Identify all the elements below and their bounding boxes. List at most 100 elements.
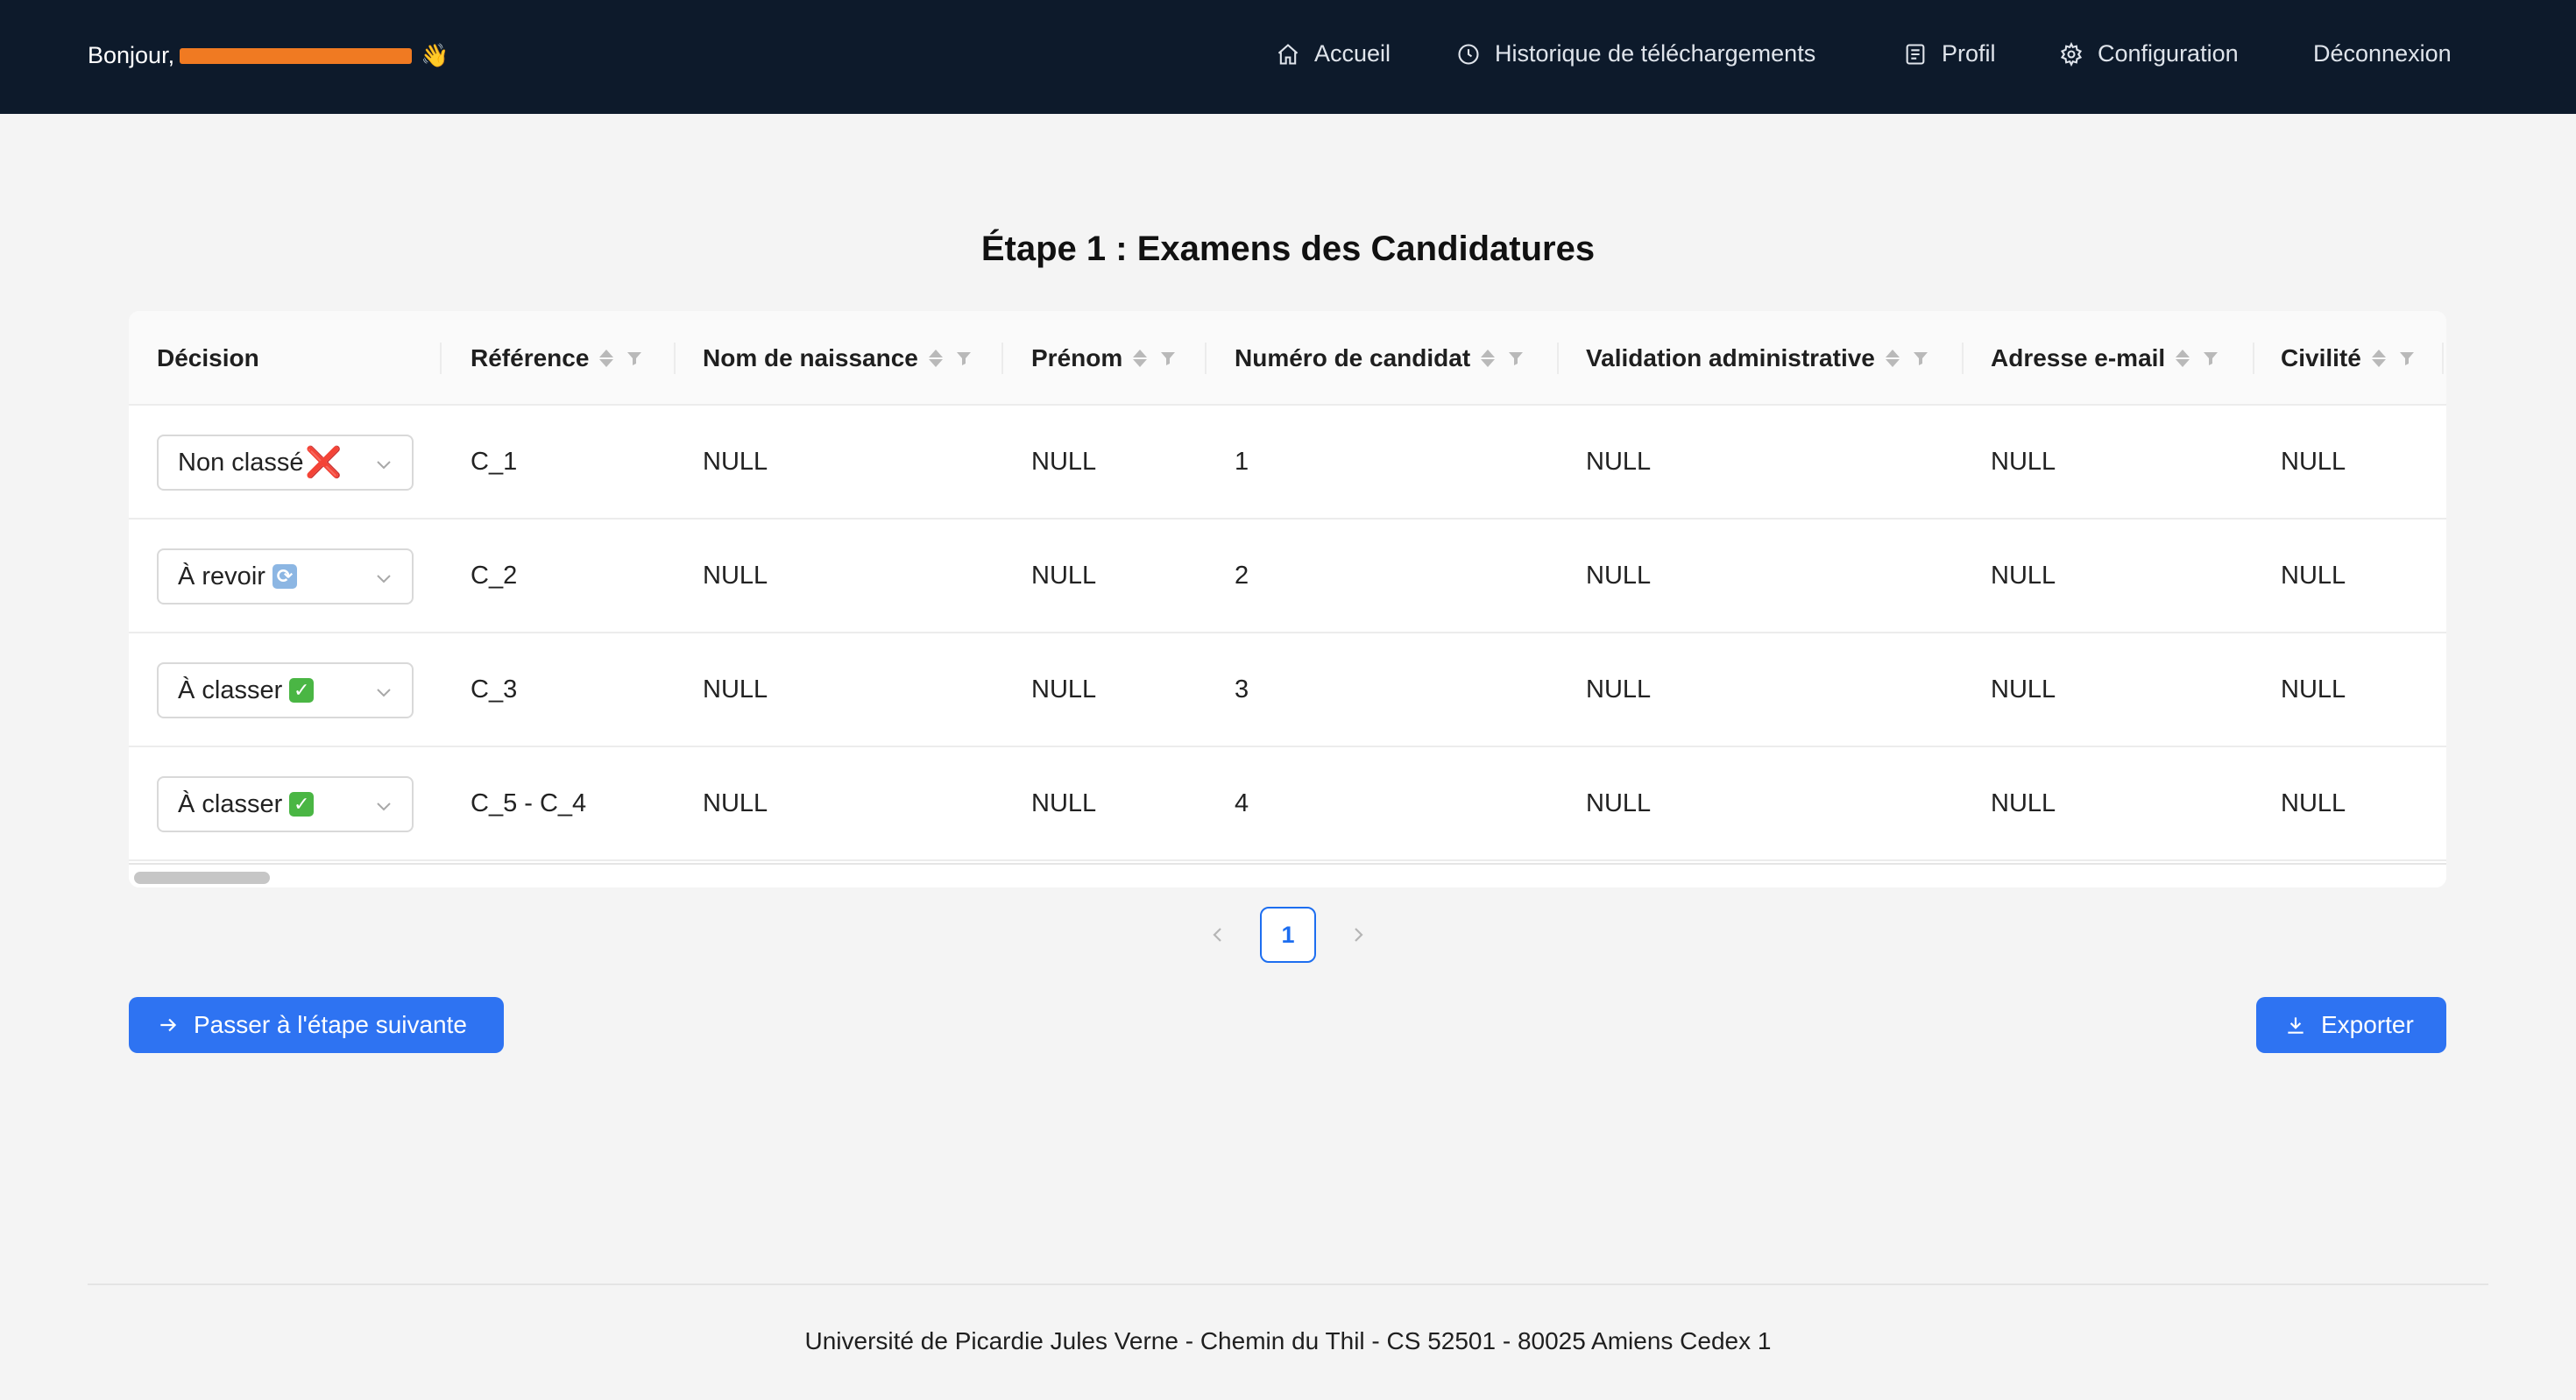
filter-icon[interactable] <box>1159 350 1177 367</box>
sort-icon[interactable] <box>1481 350 1496 367</box>
horizontal-scrollbar[interactable] <box>129 863 2446 887</box>
home-icon <box>1277 43 1299 65</box>
nav-profil-label: Profil <box>1942 40 1996 67</box>
column-divider <box>1962 343 1964 374</box>
column-header-numero[interactable]: Numéro de candidat <box>1235 311 1525 406</box>
export-button[interactable]: Exporter <box>2256 997 2446 1053</box>
nav-deconnexion-label: Déconnexion <box>2313 40 2452 67</box>
footer-address: Université de Picardie Jules Verne - Che… <box>804 1327 1772 1354</box>
nav-profil[interactable]: Profil <box>1903 40 1996 67</box>
next-step-button[interactable]: Passer à l'étape suivante <box>129 997 504 1053</box>
chevron-left-icon[interactable] <box>1204 921 1232 949</box>
sort-icon[interactable] <box>2371 350 2386 367</box>
sort-icon[interactable] <box>2176 350 2190 367</box>
cell-nom: NULL <box>703 561 768 590</box>
export-label: Exporter <box>2321 1011 2414 1038</box>
sort-icon[interactable] <box>928 350 943 367</box>
column-header-nom[interactable]: Nom de naissance <box>703 311 973 406</box>
chevron-right-icon[interactable] <box>1344 921 1372 949</box>
filter-icon[interactable] <box>2202 350 2219 367</box>
cell-email: NULL <box>1991 788 2056 817</box>
filter-icon[interactable] <box>2398 350 2416 367</box>
cell-email: NULL <box>1991 675 2056 704</box>
cell-numero: 3 <box>1235 675 1249 704</box>
column-label: Civilité <box>2281 344 2361 371</box>
cell-email: NULL <box>1991 447 2056 476</box>
nav-historique[interactable]: Historique de téléchargements <box>1456 40 1815 67</box>
download-icon <box>2288 1017 2304 1034</box>
cell-civilite: NULL <box>2281 788 2346 817</box>
redacted-username <box>180 47 413 64</box>
filter-icon[interactable] <box>1912 350 1929 367</box>
cell-reference: C_2 <box>471 561 518 590</box>
decision-select[interactable]: À classer ✓ <box>157 776 414 832</box>
cell-numero: 1 <box>1235 447 1249 476</box>
decision-value: Non classé <box>178 448 304 477</box>
column-header-prenom[interactable]: Prénom <box>1031 311 1177 406</box>
cell-prenom: NULL <box>1031 788 1097 817</box>
cell-nom: NULL <box>703 447 768 476</box>
candidates-table: Décision Référence Nom de naissance Prén… <box>129 311 2446 887</box>
column-divider <box>1205 343 1207 374</box>
cell-reference: C_1 <box>471 447 518 476</box>
scrollbar-thumb[interactable] <box>134 872 270 884</box>
table-row: À classer ✓ C_3 NULL NULL 3 NULL NULL NU… <box>129 633 2446 747</box>
decision-select[interactable]: À classer ✓ <box>157 662 414 718</box>
nav-configuration-label: Configuration <box>2098 40 2239 67</box>
chevron-down-icon <box>377 575 391 583</box>
nav-accueil-label: Accueil <box>1314 40 1391 67</box>
column-label: Référence <box>471 344 590 371</box>
sort-icon[interactable] <box>599 350 614 367</box>
page-title: Étape 1 : Examens des Candidatures <box>980 230 1596 268</box>
cell-reference: C_3 <box>471 675 518 704</box>
nav-historique-label: Historique de téléchargements <box>1495 40 1816 67</box>
decision-select[interactable]: Non classé ❌ <box>157 435 414 491</box>
nav-accueil[interactable]: Accueil <box>1276 40 1391 67</box>
decision-value: À revoir <box>178 562 265 590</box>
table-row: À revoir ⟳ C_2 NULL NULL 2 NULL NULL NUL… <box>129 520 2446 633</box>
gear-icon <box>2060 41 2083 67</box>
decision-value: À classer <box>178 675 283 704</box>
cell-numero: 4 <box>1235 788 1249 817</box>
cell-validation: NULL <box>1586 447 1652 476</box>
cell-prenom: NULL <box>1031 561 1097 590</box>
decision-value: À classer <box>178 789 283 818</box>
column-divider <box>1557 343 1559 374</box>
cell-nom: NULL <box>703 788 768 817</box>
cell-civilite: NULL <box>2281 447 2346 476</box>
cell-civilite: NULL <box>2281 675 2346 704</box>
sort-icon[interactable] <box>1885 350 1900 367</box>
cell-email: NULL <box>1991 561 2056 590</box>
cell-reference: C_5 - C_4 <box>471 788 587 817</box>
column-label: Numéro de candidat <box>1235 344 1471 371</box>
column-header-reference[interactable]: Référence <box>471 311 643 406</box>
cell-validation: NULL <box>1586 561 1652 590</box>
greeting-text: Bonjour, <box>88 42 175 68</box>
next-step-label: Passer à l'étape suivante <box>194 1011 467 1038</box>
column-divider <box>674 343 676 374</box>
arrow-right-icon <box>160 1018 177 1032</box>
table-row: Non classé ❌ C_1 NULL NULL 1 NULL NULL N… <box>129 406 2446 520</box>
column-header-decision: Décision <box>157 311 259 406</box>
greeting: Bonjour, 👋 <box>88 42 449 69</box>
filter-icon[interactable] <box>1507 350 1525 367</box>
cell-civilite: NULL <box>2281 561 2346 590</box>
page-button-current[interactable]: 1 <box>1260 907 1316 963</box>
sort-icon[interactable] <box>1133 350 1148 367</box>
table-header: Décision Référence Nom de naissance Prén… <box>129 311 2446 406</box>
column-header-civilite[interactable]: Civilité <box>2281 311 2416 406</box>
cell-numero: 2 <box>1235 561 1249 590</box>
cross-icon: ❌ <box>305 446 343 479</box>
decision-select[interactable]: À revoir ⟳ <box>157 548 414 605</box>
column-divider <box>2253 343 2254 374</box>
column-header-email[interactable]: Adresse e-mail <box>1991 311 2219 406</box>
chevron-down-icon <box>377 461 391 470</box>
nav-deconnexion[interactable]: Déconnexion <box>2313 40 2452 67</box>
column-header-validation[interactable]: Validation administrative <box>1586 311 1929 406</box>
filter-icon[interactable] <box>626 350 643 367</box>
column-label: Adresse e-mail <box>1991 344 2166 371</box>
filter-icon[interactable] <box>955 350 973 367</box>
check-icon: ✓ <box>289 792 315 817</box>
cell-validation: NULL <box>1586 675 1652 704</box>
nav-configuration[interactable]: Configuration <box>2059 40 2239 67</box>
